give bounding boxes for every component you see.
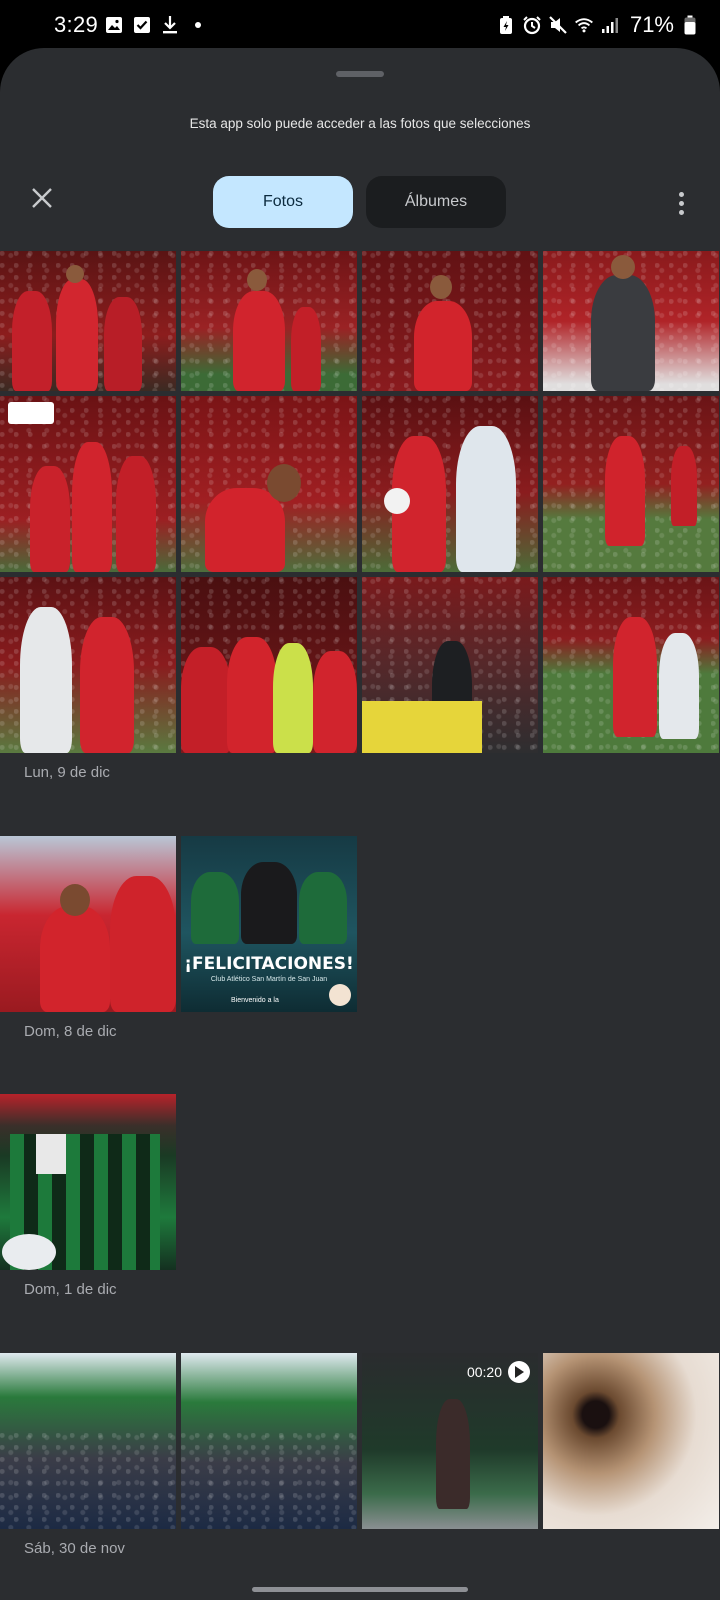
check-square-icon [132, 14, 152, 36]
photo-thumbnail[interactable] [181, 577, 357, 753]
photo-thumbnail[interactable] [543, 577, 719, 753]
tab-fotos[interactable]: Fotos [213, 176, 353, 228]
photo-thumbnail[interactable] [543, 396, 719, 572]
video-duration: 00:20 [466, 1364, 502, 1380]
photo-thumbnail[interactable] [0, 836, 176, 1012]
signal-icon [600, 14, 620, 36]
photo-thumbnail[interactable] [0, 1094, 176, 1270]
play-icon [508, 1361, 530, 1383]
download-icon [160, 14, 180, 36]
video-badge: 00:20 [467, 1361, 530, 1383]
photo-thumbnail[interactable] [543, 1353, 719, 1529]
notification-icons [104, 14, 208, 36]
system-icons: 71% [496, 12, 700, 38]
photo-thumbnail[interactable] [181, 251, 357, 391]
photo-thumbnail[interactable] [543, 251, 719, 391]
close-button[interactable] [24, 180, 60, 216]
photo-thumbnail[interactable] [362, 251, 538, 391]
alarm-icon [522, 14, 542, 36]
date-header: Sáb, 30 de nov [24, 1540, 125, 1557]
mute-icon [548, 14, 568, 36]
access-notice: Esta app solo puede acceder a las fotos … [189, 116, 531, 131]
home-indicator[interactable] [252, 1587, 468, 1592]
dot-icon [188, 14, 208, 36]
more-vert-icon [678, 191, 684, 197]
battery-percent: 71% [629, 12, 674, 37]
close-icon [32, 188, 52, 208]
more-options-button[interactable] [666, 186, 696, 220]
felicitaciones-title: ¡FELICITACIONES! [184, 954, 354, 974]
date-header: Dom, 8 de dic [24, 1023, 117, 1040]
tab-albumes[interactable]: Álbumes [366, 176, 506, 228]
photo-picker-sheet: Esta app solo puede acceder a las fotos … [0, 48, 720, 1600]
photo-thumbnail[interactable] [0, 396, 176, 572]
status-bar: 3:29 71% [0, 0, 720, 52]
photo-thumbnail[interactable] [0, 1353, 176, 1529]
photo-grid-section-3 [0, 1094, 719, 1270]
photo-thumbnail[interactable] [0, 251, 176, 391]
felicitaciones-foot: Bienvenido a la [231, 997, 279, 1004]
photo-thumbnail[interactable] [362, 577, 538, 753]
battery-icon [680, 14, 700, 36]
photo-grid-section-2: ¡FELICITACIONES! Club Atlético San Martí… [0, 836, 719, 1012]
photo-grid-section-4: 00:20 [0, 1353, 719, 1529]
image-icon [104, 14, 124, 36]
video-thumbnail[interactable]: 00:20 [362, 1353, 538, 1529]
battery-saver-icon [496, 14, 516, 36]
photo-thumbnail[interactable] [0, 577, 176, 753]
photo-thumbnail[interactable] [181, 396, 357, 572]
drag-handle[interactable] [336, 71, 384, 77]
photo-thumbnail[interactable] [181, 1353, 357, 1529]
date-header: Dom, 1 de dic [24, 1281, 117, 1298]
photo-thumbnail[interactable]: ¡FELICITACIONES! Club Atlético San Martí… [181, 836, 357, 1012]
wifi-icon [574, 14, 594, 36]
photo-thumbnail[interactable] [362, 396, 538, 572]
felicitaciones-subtitle: Club Atlético San Martín de San Juan [210, 976, 328, 983]
status-time: 3:29 [54, 12, 99, 37]
date-header: Lun, 9 de dic [24, 764, 110, 781]
photo-grid-section-1 [0, 251, 719, 753]
